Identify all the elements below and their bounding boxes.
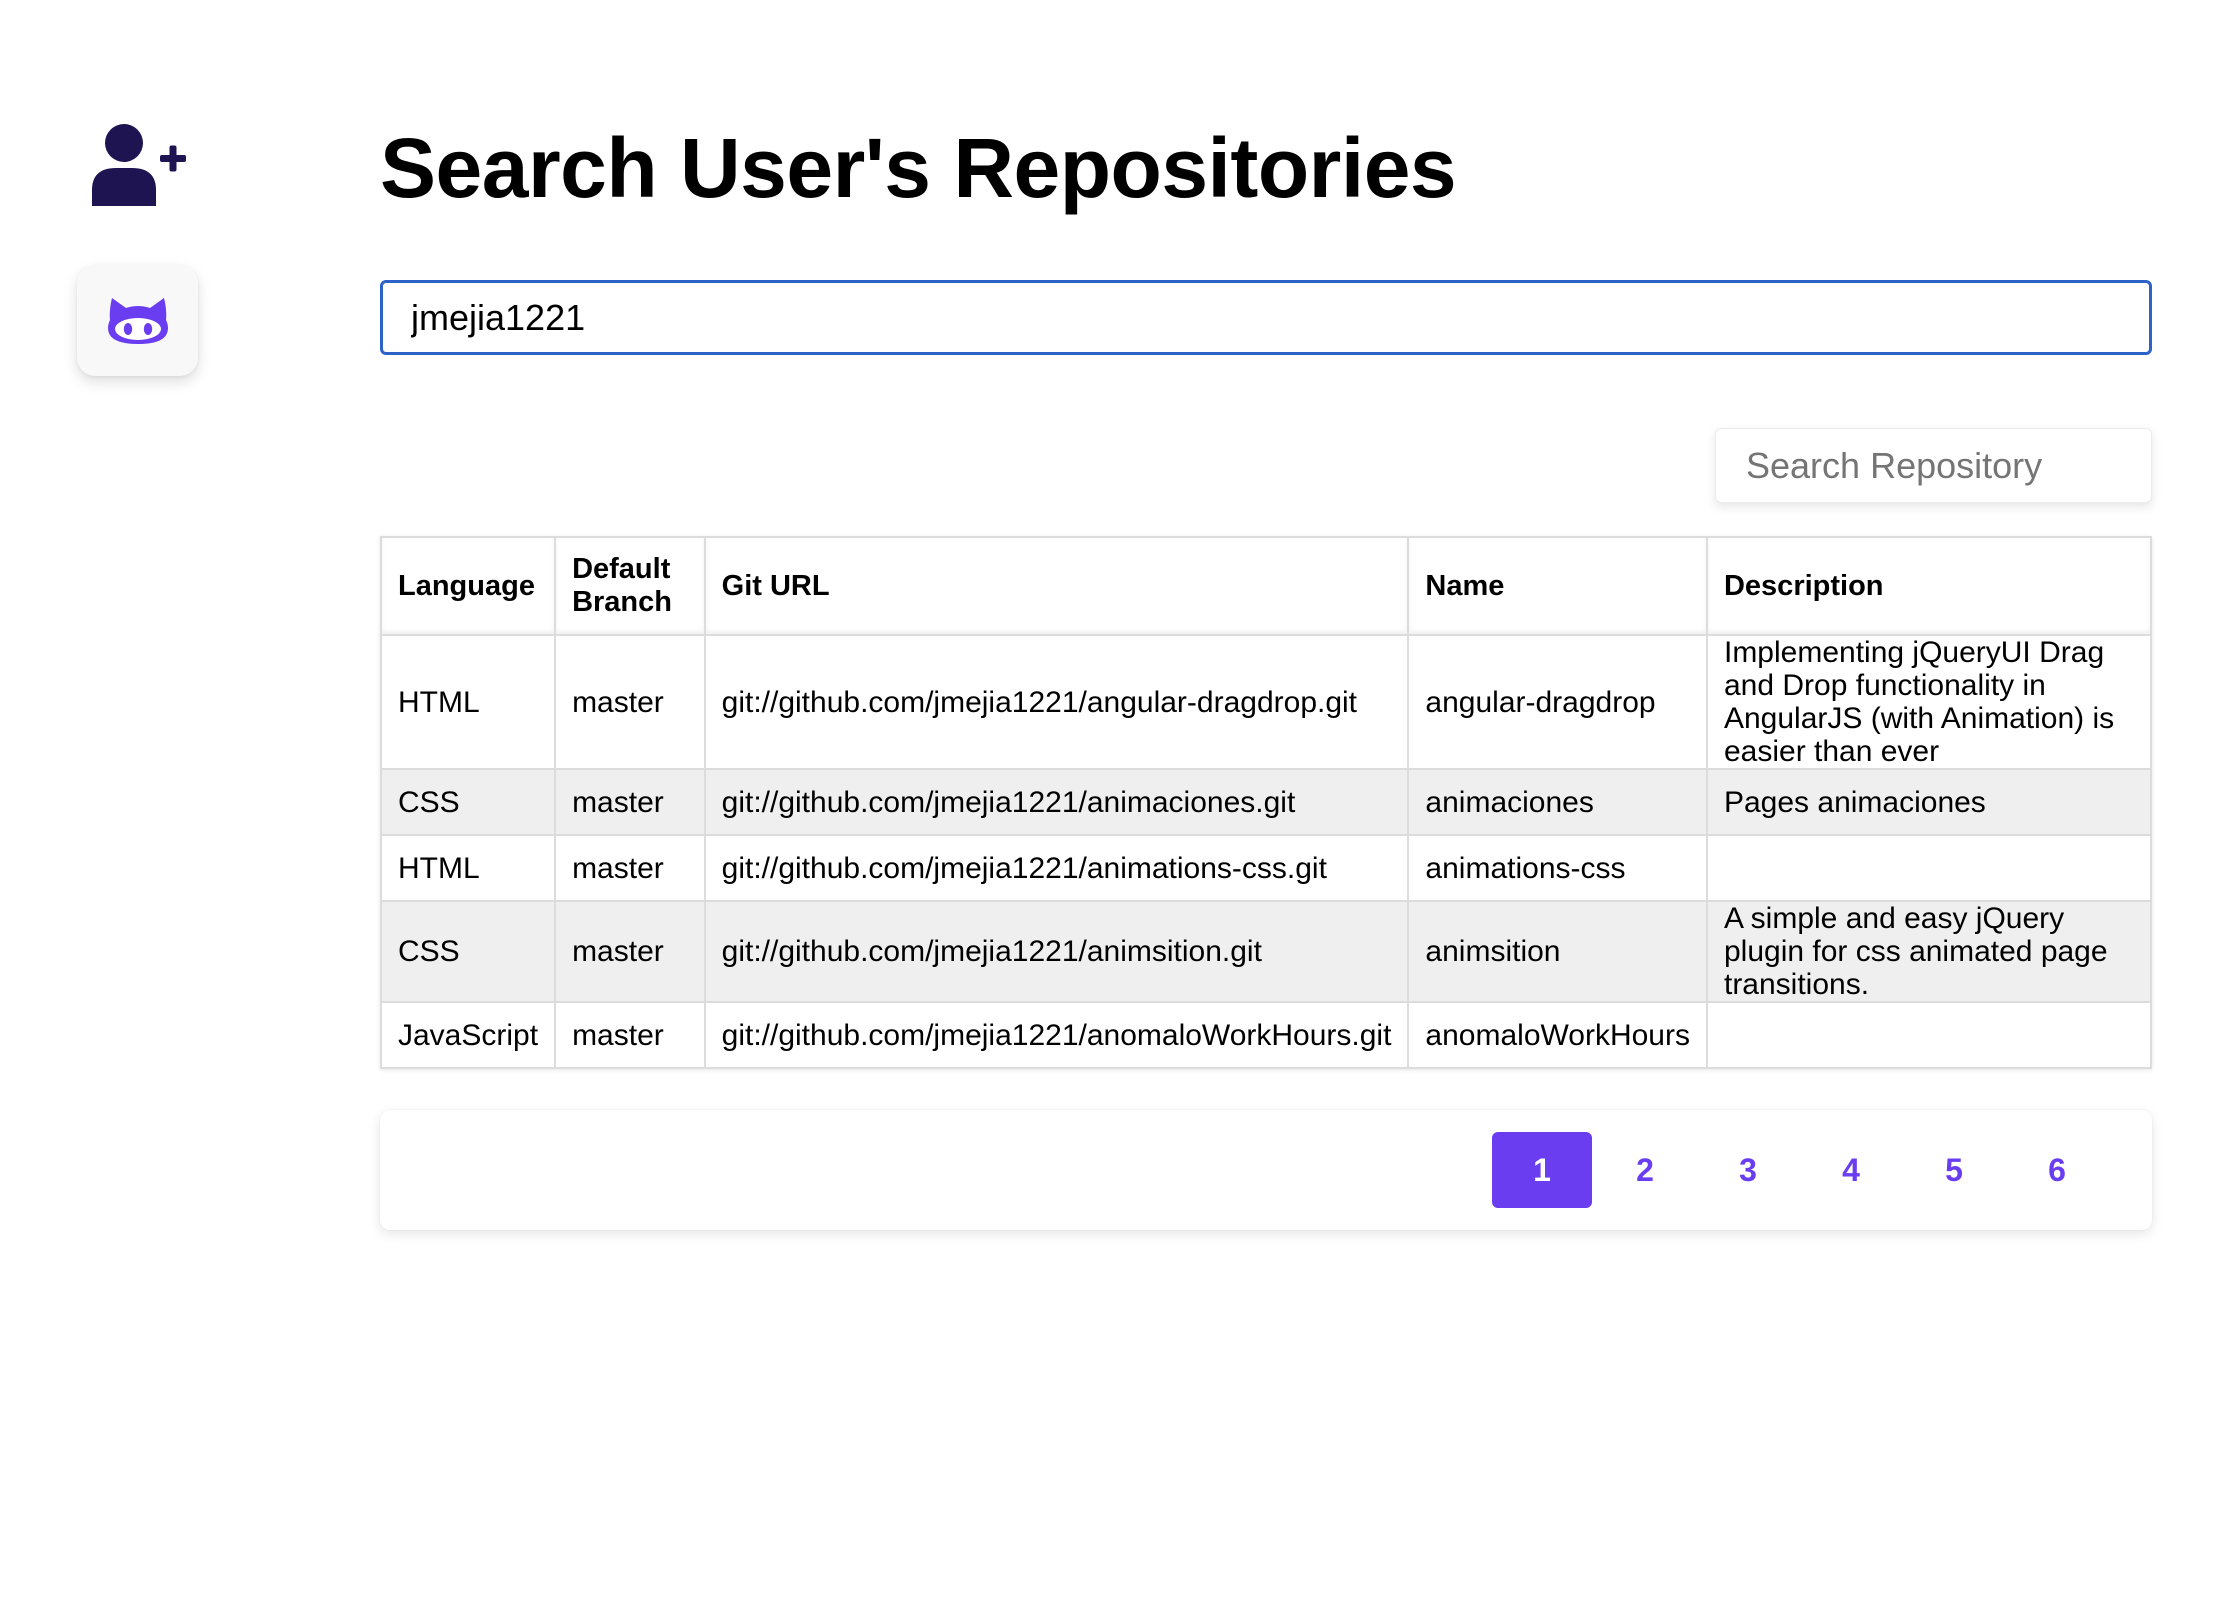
cell-name: angular-dragdrop <box>1407 634 1708 770</box>
cell-default-branch: master <box>554 834 706 902</box>
table-header-row: Language Default Branch Git URL Name Des… <box>379 536 2153 636</box>
cell-name: animaciones <box>1407 768 1708 836</box>
cell-description <box>1705 1001 2153 1069</box>
cell-description <box>1705 834 2153 902</box>
cell-language: HTML <box>379 834 557 902</box>
cell-description: Implementing jQueryUI Drag and Drop func… <box>1705 634 2153 770</box>
cell-description: A simple and easy jQuery plugin for css … <box>1705 900 2153 1003</box>
cell-language: CSS <box>379 900 557 1003</box>
cell-name: anomaloWorkHours <box>1407 1001 1708 1069</box>
cell-name: animsition <box>1407 900 1708 1003</box>
column-header-description[interactable]: Description <box>1705 536 2153 636</box>
cell-git-url: git://github.com/jmejia1221/animsition.g… <box>703 900 1410 1003</box>
table-row[interactable]: JavaScript master git://github.com/jmeji… <box>379 1001 2153 1069</box>
table-row[interactable]: CSS master git://github.com/jmejia1221/a… <box>379 768 2153 836</box>
pagination: 1 2 3 4 5 6 <box>380 1110 2152 1230</box>
repositories-table: Language Default Branch Git URL Name Des… <box>379 536 2153 1069</box>
table-row[interactable]: CSS master git://github.com/jmejia1221/a… <box>379 900 2153 1003</box>
cell-default-branch: master <box>554 900 706 1003</box>
cell-git-url: git://github.com/jmejia1221/angular-drag… <box>703 634 1410 770</box>
cell-default-branch: master <box>554 768 706 836</box>
page-button-1[interactable]: 1 <box>1492 1132 1592 1208</box>
sidebar <box>0 0 300 1600</box>
column-header-git-url[interactable]: Git URL <box>703 536 1410 636</box>
cell-default-branch: master <box>554 1001 706 1069</box>
page-button-6[interactable]: 6 <box>2007 1132 2107 1208</box>
github-button[interactable] <box>77 265 198 376</box>
cell-git-url: git://github.com/jmejia1221/animations-c… <box>703 834 1410 902</box>
user-plus-icon <box>92 124 186 206</box>
github-octocat-icon <box>107 297 168 344</box>
table-row[interactable]: HTML master git://github.com/jmejia1221/… <box>379 834 2153 902</box>
column-header-name[interactable]: Name <box>1407 536 1708 636</box>
cell-language: CSS <box>379 768 557 836</box>
cell-default-branch: master <box>554 634 706 770</box>
page-button-2[interactable]: 2 <box>1595 1132 1695 1208</box>
cell-git-url: git://github.com/jmejia1221/animaciones.… <box>703 768 1410 836</box>
username-search-input[interactable] <box>380 280 2152 355</box>
add-user-button[interactable] <box>90 122 186 206</box>
filter-repository-input[interactable] <box>1715 428 2152 503</box>
cell-git-url: git://github.com/jmejia1221/anomaloWorkH… <box>703 1001 1410 1069</box>
page-button-4[interactable]: 4 <box>1801 1132 1901 1208</box>
page-button-5[interactable]: 5 <box>1904 1132 2004 1208</box>
column-header-language[interactable]: Language <box>379 536 557 636</box>
table-row[interactable]: HTML master git://github.com/jmejia1221/… <box>379 634 2153 770</box>
page-button-3[interactable]: 3 <box>1698 1132 1798 1208</box>
cell-name: animations-css <box>1407 834 1708 902</box>
cell-language: JavaScript <box>379 1001 557 1069</box>
cell-language: HTML <box>379 634 557 770</box>
column-header-default-branch[interactable]: Default Branch <box>554 536 706 636</box>
cell-description: Pages animaciones <box>1705 768 2153 836</box>
page-title: Search User's Repositories <box>380 121 1457 215</box>
